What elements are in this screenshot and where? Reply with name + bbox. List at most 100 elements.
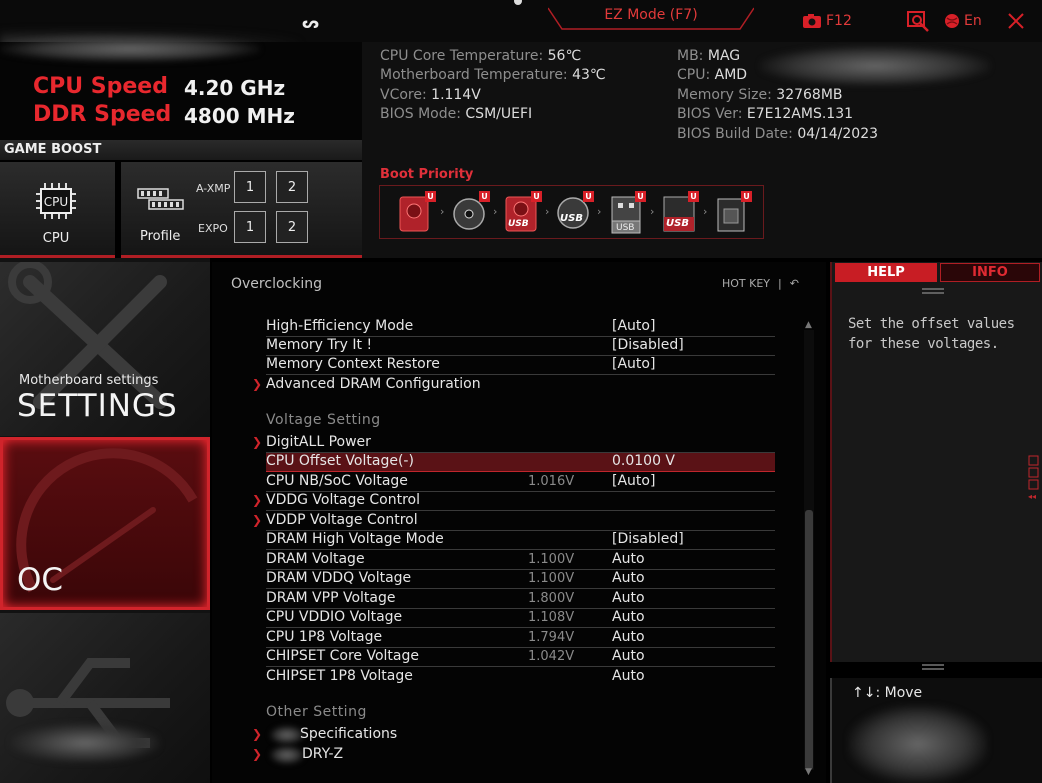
- voltage-section-header: Voltage Setting: [266, 412, 381, 428]
- screenshot-button[interactable]: F12: [802, 9, 852, 33]
- submenu-row[interactable]: ❯ VDDG Voltage Control: [252, 492, 775, 511]
- expo-label: EXPO: [198, 222, 228, 235]
- uefi-badge: U: [635, 191, 646, 202]
- submenu-row[interactable]: ❯ DRY-Z: [252, 746, 775, 765]
- undo-icon[interactable]: ↶: [790, 277, 799, 290]
- submenu-row[interactable]: ❯ Specifications: [252, 726, 775, 745]
- hotkey-bar[interactable]: HOT KEY | ↶: [722, 277, 799, 290]
- submenu-arrow-icon: ❯: [252, 377, 263, 391]
- setting-row[interactable]: DRAM Voltage 1.100V Auto: [266, 551, 775, 570]
- setting-name: High-Efficiency Mode: [266, 318, 414, 334]
- boot-order-arrow: ›: [440, 205, 445, 218]
- boot-order-arrow: ›: [597, 205, 602, 218]
- memory-size: Memory Size: 32768MB: [677, 87, 843, 103]
- submenu-row[interactable]: ❯ Advanced DRAM Configuration: [252, 376, 775, 395]
- svg-text:◂◂: ◂◂: [1028, 492, 1036, 499]
- scrollbar-thumb[interactable]: [805, 510, 813, 770]
- close-icon[interactable]: [1004, 9, 1028, 33]
- camera-icon: [803, 14, 821, 28]
- tab-help[interactable]: HELP: [835, 263, 937, 282]
- boot-device-usb-floppy[interactable]: USB U: [661, 191, 699, 235]
- setting-row[interactable]: CPU VDDIO Voltage 1.108V Auto: [266, 609, 775, 628]
- boot-order-arrow: ›: [650, 205, 655, 218]
- bios-version: BIOS Ver: E7E12AMS.131: [677, 106, 854, 122]
- bios-mode: BIOS Mode: CSM/UEFI: [380, 106, 533, 122]
- redacted-nav-text: [10, 723, 160, 763]
- brand-glyph-icon: ᔕ: [302, 14, 320, 32]
- ez-mode-label: EZ Mode (F7): [604, 7, 698, 23]
- setting-name: DRAM VPP Voltage: [266, 590, 396, 606]
- setting-name: VDDP Voltage Control: [266, 512, 418, 528]
- uefi-badge: U: [741, 191, 752, 202]
- expo-profile-2-button[interactable]: 2: [276, 211, 308, 243]
- nav-oc-title: OC: [17, 562, 64, 598]
- submenu-row[interactable]: ❯ VDDP Voltage Control: [252, 512, 775, 531]
- nav-m-flash[interactable]: [0, 613, 210, 783]
- submenu-row[interactable]: ❯ DigitALL Power: [252, 434, 775, 453]
- axmp-profile-2-button[interactable]: 2: [276, 171, 308, 203]
- setting-value: Auto: [612, 590, 645, 606]
- setting-value: [Disabled]: [612, 531, 684, 547]
- setting-row-selected[interactable]: CPU Offset Voltage(-) 0.0100 V: [266, 453, 775, 472]
- setting-name: CPU VDDIO Voltage: [266, 609, 403, 625]
- setting-value: Auto: [612, 629, 645, 645]
- axmp-profile-1-button[interactable]: 1: [234, 171, 266, 203]
- setting-value: Auto: [612, 668, 645, 684]
- setting-row[interactable]: CHIPSET 1P8 Voltage Auto: [266, 668, 775, 687]
- expo-profile-1-button[interactable]: 1: [234, 211, 266, 243]
- search-button[interactable]: [906, 9, 930, 33]
- tab-info[interactable]: INFO: [940, 263, 1040, 282]
- redacted-text: [270, 726, 304, 744]
- motherboard-model: MB: MAG: [677, 48, 741, 64]
- cpu-speed-label: CPU Speed: [33, 74, 168, 99]
- boot-device-usb-hdd[interactable]: USB U: [504, 191, 542, 235]
- setting-row[interactable]: Memory Context Restore [Auto]: [266, 356, 775, 375]
- boot-device-network[interactable]: U: [714, 191, 752, 235]
- current-voltage: 1.800V: [528, 591, 575, 606]
- axmp-label: A-XMP: [196, 182, 231, 195]
- setting-name: CPU Offset Voltage(-): [266, 453, 414, 469]
- scroll-up-icon[interactable]: ▲: [805, 320, 812, 330]
- boot-device-usb-key[interactable]: USB U: [608, 191, 646, 235]
- setting-row[interactable]: High-Efficiency Mode [Auto]: [266, 318, 775, 337]
- panel-grip-icon[interactable]: [920, 287, 946, 295]
- panel-grip-icon[interactable]: [920, 663, 946, 671]
- profile-tile-label: Profile: [140, 229, 181, 244]
- setting-row[interactable]: DRAM VDDQ Voltage 1.100V Auto: [266, 570, 775, 589]
- side-handle-icon[interactable]: ◂◂: [1028, 455, 1040, 499]
- setting-name: DigitALL Power: [266, 434, 371, 450]
- language-label: En: [964, 13, 982, 29]
- setting-value: [Auto]: [612, 473, 656, 489]
- boot-device-optical[interactable]: U: [452, 191, 490, 235]
- uefi-badge: U: [688, 191, 699, 202]
- boot-priority-title: Boot Priority: [380, 167, 474, 182]
- ddr-speed-label: DDR Speed: [33, 102, 172, 127]
- scroll-down-icon[interactable]: ▼: [805, 767, 812, 777]
- language-button[interactable]: En: [944, 9, 982, 33]
- boot-device-hdd[interactable]: U: [398, 191, 436, 235]
- boot-order-arrow: ›: [703, 205, 708, 218]
- nav-settings-subtitle: Motherboard settings: [19, 373, 159, 388]
- setting-row[interactable]: CPU 1P8 Voltage 1.794V Auto: [266, 629, 775, 648]
- usb-text: USB: [666, 218, 689, 229]
- setting-row[interactable]: CPU NB/SoC Voltage 1.016V [Auto]: [266, 473, 775, 492]
- setting-row[interactable]: DRAM VPP Voltage 1.800V Auto: [266, 590, 775, 609]
- setting-row[interactable]: Memory Try It ! [Disabled]: [266, 337, 775, 356]
- ez-mode-button[interactable]: EZ Mode (F7): [548, 0, 754, 30]
- setting-value: Auto: [612, 551, 645, 567]
- setting-name: DRAM High Voltage Mode: [266, 531, 444, 547]
- cpu-model: CPU: AMD: [677, 67, 748, 83]
- submenu-arrow-icon: ❯: [252, 727, 263, 741]
- setting-row[interactable]: CHIPSET Core Voltage 1.042V Auto: [266, 648, 775, 667]
- page-title: Overclocking: [231, 276, 322, 292]
- boot-order-arrow: ›: [493, 205, 498, 218]
- current-voltage: 1.042V: [528, 649, 575, 664]
- screenshot-key: F12: [826, 13, 852, 29]
- hotkey-label: HOT KEY: [722, 277, 771, 290]
- current-voltage: 1.794V: [528, 630, 575, 645]
- setting-name: CPU 1P8 Voltage: [266, 629, 383, 645]
- boot-device-usb-cd[interactable]: USB U: [556, 191, 594, 235]
- setting-row[interactable]: DRAM High Voltage Mode [Disabled]: [266, 531, 775, 550]
- setting-name: DRAM Voltage: [266, 551, 365, 567]
- usb-text: USB: [616, 223, 635, 233]
